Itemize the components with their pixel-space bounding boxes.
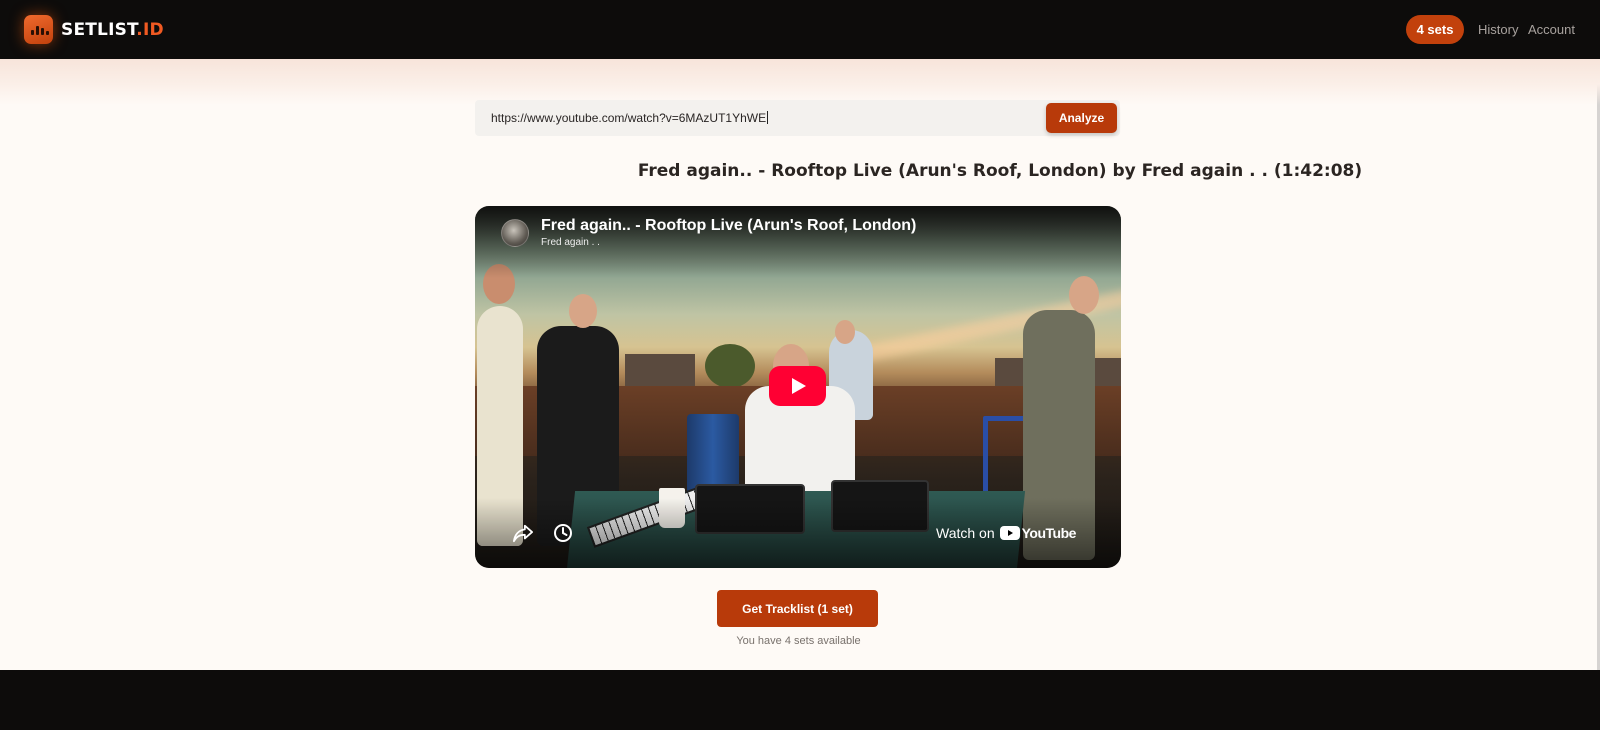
- channel-avatar[interactable]: [501, 219, 529, 247]
- nav-account-link[interactable]: Account: [1528, 22, 1575, 37]
- nav-history-link[interactable]: History: [1478, 22, 1518, 37]
- page-footer: [0, 670, 1600, 730]
- youtube-wordmark: YouTube: [1021, 525, 1077, 541]
- analyze-button[interactable]: Analyze: [1046, 103, 1117, 133]
- watch-later-clock-icon[interactable]: [553, 523, 573, 543]
- share-icon[interactable]: [512, 523, 534, 543]
- url-input-value: https://www.youtube.com/watch?v=6MAzUT1Y…: [491, 111, 767, 125]
- url-input[interactable]: https://www.youtube.com/watch?v=6MAzUT1Y…: [475, 100, 1120, 136]
- video-scene-person-head: [569, 294, 597, 328]
- video-title-heading: Fred again.. - Rooftop Live (Arun's Roof…: [637, 161, 1363, 181]
- player-channel-name[interactable]: Fred again . .: [541, 237, 600, 248]
- youtube-video-embed[interactable]: Fred again.. - Rooftop Live (Arun's Roof…: [475, 206, 1121, 568]
- video-scene-tree: [705, 344, 755, 388]
- watch-on-youtube-button[interactable]: Watch on YouTube: [936, 525, 1076, 541]
- watch-on-label: Watch on: [936, 525, 995, 541]
- play-icon[interactable]: [769, 366, 826, 406]
- header-glow: [0, 59, 1600, 105]
- sets-count-badge[interactable]: 4 sets: [1406, 15, 1464, 44]
- main-content: https://www.youtube.com/watch?v=6MAzUT1Y…: [0, 59, 1600, 670]
- equalizer-icon: [24, 15, 53, 44]
- player-video-title[interactable]: Fred again.. - Rooftop Live (Arun's Roof…: [541, 217, 916, 235]
- youtube-logo: YouTube: [999, 525, 1077, 541]
- youtube-play-icon: [999, 526, 1020, 540]
- brand-logo[interactable]: SETLIST.ID: [24, 15, 164, 44]
- video-scene-person-head: [835, 320, 855, 344]
- sets-available-text: You have 4 sets available: [736, 635, 861, 647]
- brand-name: SETLIST.ID: [61, 19, 164, 40]
- top-navigation-bar: SETLIST.ID 4 sets History Account: [0, 0, 1600, 59]
- get-tracklist-button[interactable]: Get Tracklist (1 set): [717, 590, 878, 627]
- video-scene-building: [625, 354, 695, 388]
- video-scene-person-head: [1069, 276, 1099, 314]
